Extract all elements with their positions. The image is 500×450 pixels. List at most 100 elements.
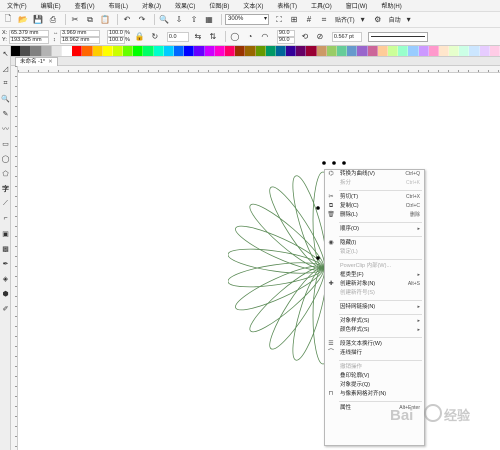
- selection-handle[interactable]: [342, 161, 346, 165]
- polygon-tool-icon[interactable]: ⬠: [0, 166, 11, 181]
- selection-handle[interactable]: [322, 161, 326, 165]
- menu-item[interactable]: 对象(J): [135, 1, 168, 10]
- snap-to-dropdown[interactable]: 贴齐(T): [335, 15, 355, 24]
- color-swatch[interactable]: [316, 46, 327, 56]
- color-swatch[interactable]: [41, 46, 52, 56]
- color-swatch[interactable]: [326, 46, 337, 56]
- crop-tool-icon[interactable]: ⌗: [0, 76, 11, 91]
- color-swatch[interactable]: [184, 46, 195, 56]
- transparency-tool-icon[interactable]: ▩: [0, 241, 11, 256]
- color-swatch[interactable]: [133, 46, 144, 56]
- color-swatch[interactable]: [123, 46, 134, 56]
- menu-item[interactable]: 表格(T): [270, 1, 304, 10]
- menu-item[interactable]: 查看(V): [68, 1, 102, 10]
- menu-item[interactable]: 工具(O): [304, 1, 339, 10]
- start-angle-input[interactable]: 90.0: [276, 29, 295, 37]
- color-swatch[interactable]: [337, 46, 348, 56]
- color-swatch[interactable]: [286, 46, 297, 56]
- context-menu-item[interactable]: ⧉ 复制(C) Ctrl+C: [325, 202, 424, 211]
- color-swatch[interactable]: [469, 46, 480, 56]
- color-swatch[interactable]: [72, 46, 83, 56]
- menu-item[interactable]: 布局(L): [102, 1, 135, 10]
- context-menu-item[interactable]: ☰ 段落文本换行(W): [325, 340, 424, 349]
- context-menu-item[interactable]: 对象样式(S) ▸: [325, 317, 424, 326]
- redo-icon[interactable]: ↷: [136, 14, 148, 26]
- color-swatch[interactable]: [21, 46, 32, 56]
- text-tool-icon[interactable]: 字: [0, 181, 11, 196]
- color-swatch[interactable]: [377, 46, 388, 56]
- menu-item[interactable]: 帮助(H): [374, 1, 408, 10]
- arc-icon[interactable]: ◠: [259, 31, 271, 43]
- grid-icon[interactable]: #: [303, 14, 315, 26]
- parallel-dimension-icon[interactable]: ⟋: [0, 196, 11, 211]
- import-icon[interactable]: ⇩: [173, 14, 185, 26]
- direction-icon[interactable]: ⟲: [299, 31, 311, 43]
- context-menu-item[interactable]: 叠印轮廓(V): [325, 372, 424, 381]
- shape-tool-icon[interactable]: ◿: [0, 61, 11, 76]
- open-icon[interactable]: 📂: [17, 14, 29, 26]
- color-swatch[interactable]: [51, 46, 62, 56]
- color-swatch[interactable]: [204, 46, 215, 56]
- menu-item[interactable]: 窗口(W): [339, 1, 375, 10]
- menu-item[interactable]: 编辑(E): [34, 1, 68, 10]
- new-document-icon[interactable]: 🗋: [2, 14, 14, 26]
- connector-tool-icon[interactable]: ⌐: [0, 211, 11, 226]
- color-swatch[interactable]: [143, 46, 154, 56]
- ellipse-icon[interactable]: ◯: [229, 31, 241, 43]
- color-swatch[interactable]: [224, 46, 236, 56]
- cut-toolbar-icon[interactable]: ✂: [69, 14, 81, 26]
- context-menu-item[interactable]: 对象提示(Q): [325, 381, 424, 390]
- context-menu-item[interactable]: ⌒ 连线描行: [325, 349, 424, 358]
- width-input[interactable]: 3.969 mm: [60, 29, 100, 37]
- print-icon[interactable]: ⎙: [47, 14, 59, 26]
- outline-style-select[interactable]: [367, 31, 428, 42]
- color-swatch[interactable]: [11, 46, 22, 56]
- chevron-down-icon[interactable]: ▾: [403, 14, 415, 26]
- color-swatch[interactable]: [438, 46, 450, 56]
- context-menu-item[interactable]: ✂ 剪切(T) Ctrl+X: [325, 193, 424, 202]
- color-swatch[interactable]: [163, 46, 174, 56]
- pie-icon[interactable]: ◔: [244, 31, 256, 43]
- export-icon[interactable]: ⇧: [188, 14, 200, 26]
- context-menu-item[interactable]: ◉ 隐藏(I): [325, 239, 424, 248]
- context-menu-item[interactable]: 🗑 删除(L) 删除: [325, 211, 424, 220]
- color-swatch[interactable]: [408, 46, 419, 56]
- selection-handle[interactable]: [316, 256, 320, 260]
- drawing-canvas[interactable]: [18, 73, 500, 450]
- color-swatch[interactable]: [194, 46, 205, 56]
- context-menu-item[interactable]: 因特网链接(N) ▸: [325, 303, 424, 312]
- mirror-vertical-icon[interactable]: ⇅: [207, 31, 219, 43]
- color-swatch[interactable]: [418, 46, 429, 56]
- color-swatch[interactable]: [398, 46, 409, 56]
- publish-pdf-icon[interactable]: ▦: [203, 14, 215, 26]
- color-swatch[interactable]: [357, 46, 368, 56]
- rotation-angle-input[interactable]: 0.0: [166, 31, 189, 42]
- x-position-input[interactable]: 65.379 mm: [9, 29, 49, 37]
- color-swatch[interactable]: [449, 46, 460, 56]
- lock-ratio-icon[interactable]: 🔒: [134, 31, 146, 43]
- color-swatch[interactable]: [428, 46, 439, 56]
- paste-toolbar-icon[interactable]: 📋: [99, 14, 111, 26]
- selection-handle[interactable]: [316, 206, 320, 210]
- y-position-input[interactable]: 193.325 mm: [9, 36, 49, 44]
- color-swatch[interactable]: [82, 46, 93, 56]
- outline-pen-icon[interactable]: ✐: [0, 301, 11, 316]
- context-menu-item[interactable]: 顺序(O) ▸: [325, 225, 424, 234]
- color-swatch[interactable]: [153, 46, 164, 56]
- artistic-media-icon[interactable]: 〰: [0, 121, 11, 136]
- color-swatch[interactable]: [92, 46, 103, 56]
- menu-item[interactable]: 文本(X): [236, 1, 270, 10]
- search-content-icon[interactable]: 🔍: [158, 14, 170, 26]
- menu-item[interactable]: 文件(F): [0, 1, 34, 10]
- zoom-level-select[interactable]: 300%: [225, 14, 269, 25]
- height-input[interactable]: 18.962 mm: [60, 36, 100, 44]
- undo-icon[interactable]: ↶: [121, 14, 133, 26]
- eyedropper-icon[interactable]: ✒: [0, 256, 11, 271]
- outline-width-input[interactable]: 0.567 pt: [331, 31, 362, 42]
- drop-shadow-icon[interactable]: ▣: [0, 226, 11, 241]
- mirror-horizontal-icon[interactable]: ⇆: [192, 31, 204, 43]
- close-tab-icon[interactable]: ✕: [48, 59, 53, 65]
- outline-width-icon[interactable]: ⊘: [314, 31, 326, 43]
- color-swatch[interactable]: [61, 46, 73, 56]
- color-swatch[interactable]: [174, 46, 185, 56]
